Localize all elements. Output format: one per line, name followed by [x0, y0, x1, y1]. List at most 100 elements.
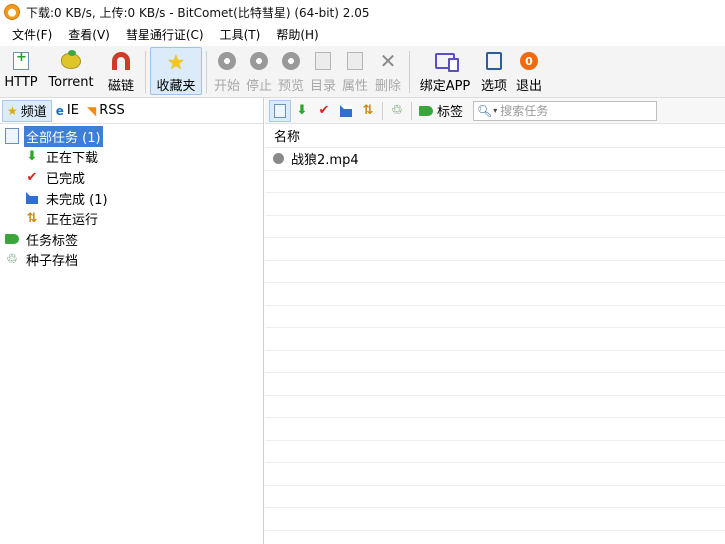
archive-icon: ♲ — [391, 103, 403, 118]
task-name: 战狼2.mp4 — [291, 153, 359, 169]
chevron-down-icon[interactable]: ▾ — [493, 106, 497, 115]
tree-item-label: 正在运行 — [46, 213, 99, 229]
task-list-pane: ⬇ ✔ ⇅ ♲ 标签 🔍︎ ▾ 名称 战狼2.mp4 — [265, 98, 725, 544]
tree-item-all-tasks[interactable]: 全部任务 (1) — [0, 125, 263, 147]
bind-device-icon — [435, 53, 459, 72]
menu-bar: 文件(F) 查看(V) 彗星通行证(C) 工具(T) 帮助(H) — [0, 24, 725, 46]
window-title: 下载:0 KB/s, 上传:0 KB/s - BitComet(比特彗星) (6… — [26, 5, 370, 20]
http-button[interactable]: HTTP — [1, 46, 41, 96]
incomplete-icon — [26, 192, 38, 205]
tab-channel[interactable]: ★ 频道 — [2, 99, 52, 122]
bind-app-button[interactable]: 绑定APP — [414, 46, 476, 96]
menu-help[interactable]: 帮助(H) — [268, 24, 326, 46]
tree-item-task-tags[interactable]: 任务标签 — [0, 229, 263, 250]
toolbar-divider — [382, 101, 383, 120]
start-button[interactable]: 开始 — [211, 46, 243, 96]
tab-ie-label: IE — [66, 103, 79, 118]
properties-button[interactable]: 属性 — [339, 46, 371, 96]
toolbar-divider — [145, 51, 146, 93]
delete-button-label: 删除 — [374, 79, 401, 94]
start-button-label: 开始 — [213, 79, 240, 94]
filter-all-button[interactable] — [269, 99, 291, 122]
directory-button-label: 目录 — [309, 79, 336, 94]
empty-row — [265, 486, 725, 508]
checkmark-icon: ✔ — [318, 103, 330, 118]
filter-archive-button[interactable]: ♲ — [386, 100, 408, 122]
empty-row — [265, 306, 725, 328]
favorites-button[interactable]: ★ 收藏夹 — [150, 47, 202, 95]
tab-rss[interactable]: ◥ RSS — [83, 100, 129, 122]
table-row[interactable]: 战狼2.mp4 — [265, 148, 725, 171]
tab-channel-label: 频道 — [20, 105, 47, 120]
filter-incomplete-button[interactable] — [335, 100, 357, 122]
rss-icon: ◥ — [86, 103, 97, 118]
empty-row — [265, 171, 725, 193]
tab-rss-label: RSS — [99, 103, 125, 118]
empty-row — [265, 508, 725, 531]
options-button[interactable]: 选项 — [476, 46, 512, 96]
empty-row — [265, 418, 725, 441]
task-search-input[interactable] — [500, 103, 641, 118]
options-icon — [486, 52, 502, 70]
tab-ie[interactable]: e IE — [52, 100, 83, 122]
empty-row — [265, 328, 725, 351]
tag-icon — [5, 234, 19, 245]
download-arrow-icon: ⬇ — [26, 149, 38, 165]
exit-button[interactable]: 0 退出 — [512, 46, 546, 96]
task-filter-toolbar: ⬇ ✔ ⇅ ♲ 标签 🔍︎ ▾ — [265, 98, 725, 124]
column-header-name[interactable]: 名称 — [265, 124, 725, 148]
preview-button[interactable]: 预览 — [275, 46, 307, 96]
menu-file[interactable]: 文件(F) — [4, 24, 60, 46]
http-add-icon — [13, 50, 29, 70]
task-status-icon — [273, 153, 284, 165]
tag-filter-button[interactable]: 标签 — [415, 100, 467, 122]
stop-button-label: 停止 — [245, 79, 272, 94]
filter-completed-button[interactable]: ✔ — [313, 100, 335, 122]
tree-item-incomplete[interactable]: 未完成 (1) — [0, 188, 263, 209]
task-search-box[interactable]: 🔍︎ ▾ — [473, 100, 658, 121]
tree-item-completed[interactable]: ✔ 已完成 — [0, 167, 263, 188]
column-name-label: 名称 — [274, 130, 301, 145]
all-tasks-icon — [274, 103, 286, 118]
tree-item-label: 种子存档 — [26, 254, 79, 270]
start-disc-icon — [218, 52, 236, 70]
filter-downloading-button[interactable]: ⬇ — [291, 100, 313, 122]
menu-passport[interactable]: 彗星通行证(C) — [118, 24, 212, 46]
tree-item-torrent-archive[interactable]: ♲ 种子存档 — [0, 250, 263, 271]
filter-running-button[interactable]: ⇅ — [357, 100, 379, 122]
bind-app-button-label: 绑定APP — [419, 79, 471, 94]
tag-filter-label: 标签 — [437, 105, 464, 120]
tree-item-label: 任务标签 — [26, 233, 79, 249]
stop-button[interactable]: 停止 — [243, 46, 275, 96]
toolbar-divider — [206, 51, 207, 93]
torrent-icon — [61, 50, 81, 69]
star-icon: ★ — [167, 50, 185, 74]
directory-button[interactable]: 目录 — [307, 46, 339, 96]
menu-tools[interactable]: 工具(T) — [212, 24, 269, 46]
magnet-icon — [112, 52, 130, 70]
empty-row — [265, 373, 725, 396]
running-arrows-icon: ⇅ — [362, 103, 374, 118]
checkmark-icon: ✔ — [26, 169, 38, 185]
exit-power-icon: 0 — [520, 52, 538, 70]
left-sidebar: ★ 频道 e IE ◥ RSS 全部任务 (1) ⬇ 正在下载 ✔ 已完成 未完… — [0, 98, 264, 544]
preview-button-label: 预览 — [277, 79, 304, 94]
empty-row — [265, 396, 725, 418]
preview-icon — [282, 52, 300, 70]
http-button-label: HTTP — [4, 75, 38, 90]
options-button-label: 选项 — [480, 79, 507, 94]
tree-item-downloading[interactable]: ⬇ 正在下载 — [0, 147, 263, 168]
torrent-button[interactable]: Torrent — [41, 46, 101, 96]
magnet-button[interactable]: 磁链 — [101, 46, 141, 96]
menu-view[interactable]: 查看(V) — [60, 24, 118, 46]
stop-disc-icon — [250, 52, 268, 70]
search-icon: 🔍︎ — [477, 103, 493, 118]
empty-row — [265, 351, 725, 373]
tree-item-running[interactable]: ⇅ 正在运行 — [0, 208, 263, 229]
task-category-tree: 全部任务 (1) ⬇ 正在下载 ✔ 已完成 未完成 (1) ⇅ 正在运行 任务标… — [0, 124, 263, 270]
delete-button[interactable]: ✕ 删除 — [371, 46, 405, 96]
empty-row — [265, 261, 725, 283]
exit-button-label: 退出 — [515, 79, 542, 94]
archive-icon: ♲ — [6, 252, 18, 268]
sidebar-tabs: ★ 频道 e IE ◥ RSS — [0, 98, 263, 124]
